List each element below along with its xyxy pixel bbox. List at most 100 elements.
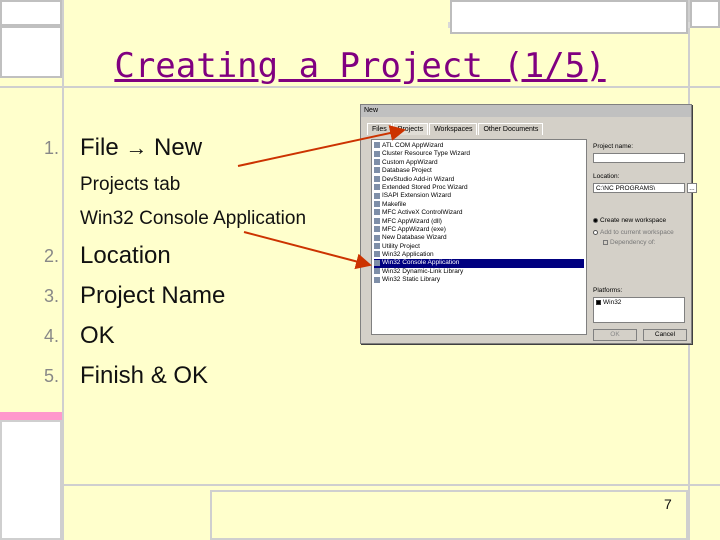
step-text: Location xyxy=(80,242,171,269)
project-icon xyxy=(374,217,380,224)
frame-line-top xyxy=(0,86,720,88)
project-type-label: MFC ActiveX ControlWizard xyxy=(382,209,463,217)
project-icon xyxy=(374,159,380,166)
project-type-item[interactable]: MFC AppWizard (dll) xyxy=(374,218,584,226)
project-type-item[interactable]: Extended Stored Proc Wizard xyxy=(374,184,584,192)
project-type-item[interactable]: MFC ActiveX ControlWizard xyxy=(374,209,584,217)
project-type-label: MFC AppWizard (dll) xyxy=(382,217,442,225)
step-number: 1. xyxy=(44,138,60,158)
project-type-label: Win32 Application xyxy=(382,251,434,259)
project-type-item[interactable]: DevStudio Add-in Wizard xyxy=(374,176,584,184)
frame-square-corner xyxy=(690,0,720,28)
project-icon xyxy=(374,268,380,275)
project-icon xyxy=(374,259,380,266)
project-type-label: Win32 Dynamic-Link Library xyxy=(382,267,464,275)
steps-list: 1. File → New Projects tab Win32 Console… xyxy=(44,128,374,396)
step-2: 2. Location xyxy=(44,236,374,276)
step-3: 3. Project Name xyxy=(44,276,374,316)
project-type-item[interactable]: Custom AppWizard xyxy=(374,159,584,167)
step-text: Project Name xyxy=(80,282,226,309)
project-icon xyxy=(374,276,380,283)
project-type-item[interactable]: ATL COM AppWizard xyxy=(374,142,584,150)
frame-square-bottom-left xyxy=(0,420,62,540)
step-number: 4. xyxy=(44,326,60,346)
project-type-item[interactable]: Win32 Static Library xyxy=(374,276,584,284)
tab-workspaces[interactable]: Workspaces xyxy=(429,123,478,135)
project-type-item[interactable]: Win32 Application xyxy=(374,251,584,259)
arrow-right-icon: → xyxy=(125,135,148,160)
step-1: 1. File → New xyxy=(44,128,374,168)
step-5: 5. Finish & OK xyxy=(44,356,374,396)
project-icon xyxy=(374,142,380,149)
platforms-list[interactable]: Win32 xyxy=(593,297,685,323)
project-type-item[interactable]: New Database Wizard xyxy=(374,234,584,242)
project-icon xyxy=(374,209,380,216)
radio-label: Create new workspace xyxy=(600,217,667,224)
project-type-label: Database Project xyxy=(382,167,432,175)
substep-projects-tab: Projects tab xyxy=(80,174,181,195)
platform-item: Win32 xyxy=(603,299,622,306)
project-type-label: MFC AppWizard (exe) xyxy=(382,225,446,233)
substep-console-app: Win32 Console Application xyxy=(80,208,307,229)
project-icon xyxy=(374,226,380,233)
project-type-item[interactable]: Win32 Dynamic-Link Library xyxy=(374,268,584,276)
frame-pink-bar xyxy=(0,412,62,420)
tab-files[interactable]: Files xyxy=(367,123,392,135)
frame-square-top-right xyxy=(450,0,688,34)
platforms-label: Platforms: xyxy=(593,287,623,294)
project-type-label: Extended Stored Proc Wizard xyxy=(382,183,468,191)
project-icon xyxy=(374,184,380,191)
tab-projects[interactable]: Projects xyxy=(392,123,429,135)
project-type-item[interactable]: ISAPI Extension Wizard xyxy=(374,192,584,200)
project-type-item[interactable]: Utility Project xyxy=(374,243,584,251)
project-type-label: Cluster Resource Type Wizard xyxy=(382,150,471,158)
frame-square-bottom-right xyxy=(210,490,688,540)
tab-other-documents[interactable]: Other Documents xyxy=(478,123,544,135)
browse-button[interactable]: ... xyxy=(687,183,697,193)
project-type-label: ATL COM AppWizard xyxy=(382,142,444,149)
dialog-tabs: Files Projects Workspaces Other Document… xyxy=(367,123,544,135)
project-icon xyxy=(374,201,380,208)
project-type-item[interactable]: Cluster Resource Type Wizard xyxy=(374,150,584,158)
cancel-button[interactable]: Cancel xyxy=(643,329,687,341)
step-number: 5. xyxy=(44,366,60,386)
project-icon xyxy=(374,234,380,241)
project-name-label: Project name: xyxy=(593,143,634,150)
project-name-field[interactable] xyxy=(593,153,685,163)
dependency-checkbox[interactable]: Dependency of: xyxy=(603,239,656,246)
frame-line-bottom xyxy=(0,484,720,486)
project-type-item[interactable]: Win32 Console Application xyxy=(374,259,584,268)
step-text: OK xyxy=(80,322,115,349)
step-4: 4. OK xyxy=(44,316,374,356)
project-icon xyxy=(374,242,380,249)
step-text: File xyxy=(80,134,119,161)
project-type-item[interactable]: MFC AppWizard (exe) xyxy=(374,226,584,234)
ok-button[interactable]: OK xyxy=(593,329,637,341)
new-project-dialog: New Files Projects Workspaces Other Docu… xyxy=(360,104,697,344)
project-type-label: Custom AppWizard xyxy=(382,158,438,166)
location-field[interactable]: C:\NC PROGRAMS\ xyxy=(593,183,685,193)
project-icon xyxy=(374,167,380,174)
checkbox-icon xyxy=(596,299,601,305)
project-type-label: New Database Wizard xyxy=(382,234,447,242)
checkbox-icon xyxy=(603,239,608,245)
location-label: Location: xyxy=(593,173,620,180)
step-text-2: New xyxy=(154,134,203,161)
radio-create-workspace[interactable]: Create new workspace xyxy=(593,217,666,224)
project-icon xyxy=(374,150,380,157)
project-type-label: Win32 Static Library xyxy=(382,276,441,284)
radio-icon xyxy=(593,217,598,223)
project-type-item[interactable]: Database Project xyxy=(374,167,584,175)
radio-icon xyxy=(593,229,598,235)
checkbox-label: Dependency of: xyxy=(610,239,656,246)
radio-add-workspace[interactable]: Add to current workspace xyxy=(593,229,674,236)
step-number: 3. xyxy=(44,286,60,306)
dialog-title: New xyxy=(361,105,691,117)
project-type-label: Win32 Console Application xyxy=(382,259,460,267)
project-type-list[interactable]: ATL COM AppWizard Cluster Resource Type W… xyxy=(371,139,587,335)
step-text: Finish & OK xyxy=(80,362,209,389)
slide-title: Creating a Project (1/5) xyxy=(114,46,606,86)
project-icon xyxy=(374,192,380,199)
step-number: 2. xyxy=(44,246,60,266)
project-type-item[interactable]: Makefile xyxy=(374,201,584,209)
